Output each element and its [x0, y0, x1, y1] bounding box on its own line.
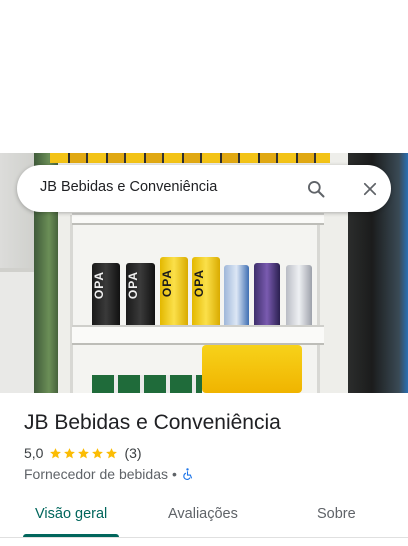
- photo-can-black-1: OPA: [92, 263, 120, 329]
- photo-top-cans: [50, 153, 330, 163]
- star-icon: [50, 447, 62, 458]
- category-row: Fornecedor de bebidas •: [24, 466, 194, 482]
- search-input[interactable]: JB Bebidas e Conveniência: [40, 179, 217, 195]
- rating-row[interactable]: 5,0 (3): [24, 445, 142, 461]
- photo-can-label: OPA: [92, 271, 106, 300]
- search-icon[interactable]: [303, 176, 329, 202]
- star-icon: [64, 447, 76, 458]
- place-info-panel: JB Bebidas e Conveniência 5,0 (3) Fornec…: [0, 393, 408, 546]
- wheelchair-accessible-icon: [183, 468, 193, 480]
- photo-can-label: OPA: [160, 269, 174, 298]
- rating-value: 5,0: [24, 445, 44, 461]
- tab-reviews[interactable]: Avaliações: [168, 506, 238, 522]
- star-icon: [106, 447, 118, 458]
- tab-about[interactable]: Sobre: [317, 506, 356, 522]
- star-icon: [92, 447, 104, 458]
- star-rating: [49, 447, 119, 460]
- star-icon: [78, 447, 90, 458]
- photo-can-black-2: OPA: [126, 263, 155, 329]
- tabs-divider: [0, 537, 408, 538]
- photo-can-yellow-2: OPA: [192, 257, 220, 329]
- search-bar[interactable]: JB Bebidas e Conveniência: [17, 165, 391, 212]
- map-blank-area: [0, 0, 408, 153]
- photo-bottom-cans: [92, 375, 202, 393]
- photo-counter: [0, 268, 36, 393]
- photo-yellow-pack: [202, 345, 302, 393]
- photo-can-label: OPA: [126, 271, 140, 300]
- photo-shelf-middle: [72, 325, 324, 345]
- photo-can-label: OPA: [192, 269, 206, 298]
- place-category: Fornecedor de bebidas: [24, 466, 168, 482]
- review-count[interactable]: (3): [124, 445, 141, 461]
- place-title: JB Bebidas e Conveniência: [24, 411, 281, 434]
- photo-can-yellow-1: OPA: [160, 257, 188, 329]
- photo-can-purple: [254, 263, 280, 329]
- photo-can-blue: [224, 265, 249, 329]
- place-tabs: Visão geral Avaliações Sobre: [0, 501, 408, 546]
- separator-dot: •: [172, 466, 177, 482]
- tab-overview[interactable]: Visão geral: [35, 506, 107, 522]
- photo-can-silver: [286, 265, 312, 329]
- close-icon[interactable]: [357, 176, 383, 202]
- photo-shelf-upper: [72, 213, 324, 225]
